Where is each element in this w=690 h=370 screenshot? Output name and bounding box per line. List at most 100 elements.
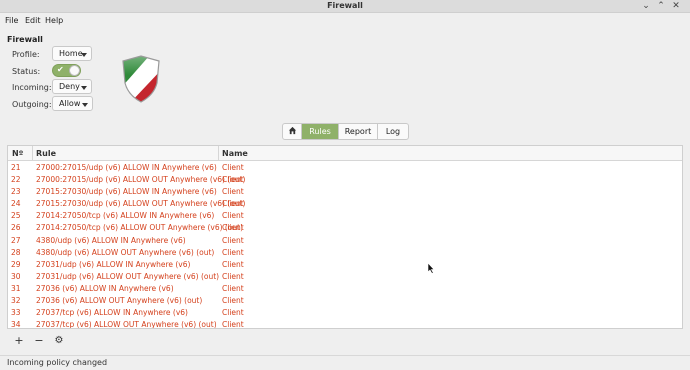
table-row[interactable]: 33 27037/tcp (v6) ALLOW IN Anywhere (v6) C… <box>8 307 682 319</box>
table-row[interactable]: 23 27015:27030/udp (v6) ALLOW IN Anywhere… <box>8 186 682 198</box>
profile-value: Home <box>59 49 83 58</box>
tab-rules[interactable]: Rules <box>302 124 339 139</box>
column-divider <box>32 146 33 161</box>
table-row[interactable]: 27 4380/udp (v6) ALLOW IN Anywhere (v6) Cl… <box>8 235 682 247</box>
rule-name: Client <box>222 296 244 306</box>
incoming-label: Incoming: <box>12 83 52 92</box>
rule-text: 27000:27015/udp (v6) ALLOW OUT Anywhere … <box>36 175 246 185</box>
rule-text: 27031/udp (v6) ALLOW OUT Anywhere (v6) (… <box>36 271 220 281</box>
rule-name: Client <box>222 223 244 233</box>
rule-text: 27036 (v6) ALLOW OUT Anywhere (v6) (out) <box>36 296 203 306</box>
rule-number: 22 <box>11 175 21 185</box>
rule-name: Client <box>222 271 244 281</box>
rule-text: 27037/tcp (v6) ALLOW OUT Anywhere (v6) (… <box>36 320 217 329</box>
table-body: 21 27000:27015/udp (v6) ALLOW IN Anywhere… <box>8 162 682 329</box>
rule-number: 29 <box>11 259 21 269</box>
rule-number: 23 <box>11 187 21 197</box>
window-title: Firewall <box>327 1 363 10</box>
rule-text: 4380/udp (v6) ALLOW IN Anywhere (v6) <box>36 235 186 245</box>
outgoing-select[interactable]: Allow <box>52 96 93 111</box>
column-divider <box>218 146 219 161</box>
rule-text: 27014:27050/tcp (v6) ALLOW OUT Anywhere … <box>36 223 244 233</box>
tab-log[interactable]: Log <box>378 124 408 139</box>
rule-text: 27031/udp (v6) ALLOW IN Anywhere (v6) <box>36 259 191 269</box>
rule-text: 27014:27050/tcp (v6) ALLOW IN Anywhere (… <box>36 211 215 221</box>
table-row[interactable]: 30 27031/udp (v6) ALLOW OUT Anywhere (v6)… <box>8 271 682 283</box>
close-icon[interactable]: ✕ <box>670 1 682 11</box>
rule-text: 4380/udp (v6) ALLOW OUT Anywhere (v6) (o… <box>36 247 215 257</box>
menu-edit[interactable]: Edit <box>25 16 41 25</box>
table-row[interactable]: 26 27014:27050/tcp (v6) ALLOW OUT Anywher… <box>8 222 682 234</box>
rule-number: 21 <box>11 163 21 172</box>
outgoing-value: Allow <box>59 99 81 108</box>
rule-name: Client <box>222 320 244 329</box>
remove-rule-button[interactable]: − <box>32 335 46 347</box>
rule-number: 25 <box>11 211 21 221</box>
status-toggle[interactable]: ✔ <box>52 64 81 77</box>
chevron-down-icon <box>81 53 87 57</box>
menu-help[interactable]: Help <box>45 16 63 25</box>
maximize-icon[interactable]: ⌃ <box>655 1 667 11</box>
rule-name: Client <box>222 235 244 245</box>
rule-text: 27036 (v6) ALLOW IN Anywhere (v6) <box>36 283 174 293</box>
profile-label: Profile: <box>12 50 40 59</box>
rule-text: 27000:27015/udp (v6) ALLOW IN Anywhere (… <box>36 163 217 172</box>
rule-text: 27037/tcp (v6) ALLOW IN Anywhere (v6) <box>36 308 188 318</box>
rule-name: Client <box>222 199 244 209</box>
chevron-down-icon <box>82 103 88 107</box>
incoming-select[interactable]: Deny <box>52 79 92 94</box>
table-row[interactable]: 34 27037/tcp (v6) ALLOW OUT Anywhere (v6)… <box>8 319 682 329</box>
rule-number: 26 <box>11 223 21 233</box>
table-row[interactable]: 29 27031/udp (v6) ALLOW IN Anywhere (v6) C… <box>8 259 682 271</box>
rule-number: 27 <box>11 235 21 245</box>
view-tabs: Rules Report Log <box>282 123 409 140</box>
tab-home[interactable] <box>283 124 302 139</box>
title-bar: Firewall ⌄ ⌃ ✕ <box>0 0 690 13</box>
rule-name: Client <box>222 187 244 197</box>
profile-select[interactable]: Home <box>52 46 92 61</box>
check-icon: ✔ <box>57 65 64 74</box>
add-rule-button[interactable]: + <box>12 335 26 347</box>
table-row[interactable]: 28 4380/udp (v6) ALLOW OUT Anywhere (v6) … <box>8 247 682 259</box>
column-header-rule[interactable]: Rule <box>36 149 56 158</box>
rule-name: Client <box>222 211 244 221</box>
rule-number: 30 <box>11 271 21 281</box>
tab-report[interactable]: Report <box>339 124 378 139</box>
table-row[interactable]: 25 27014:27050/tcp (v6) ALLOW IN Anywhere… <box>8 210 682 222</box>
table-row[interactable]: 31 27036 (v6) ALLOW IN Anywhere (v6) Clien… <box>8 283 682 295</box>
firewall-shield-icon <box>122 55 160 103</box>
chevron-down-icon <box>81 86 87 90</box>
section-title: Firewall <box>7 35 43 44</box>
toggle-knob <box>69 65 80 76</box>
rule-name: Client <box>222 308 244 318</box>
table-row[interactable]: 22 27000:27015/udp (v6) ALLOW OUT Anywher… <box>8 174 682 186</box>
rule-number: 33 <box>11 308 21 318</box>
rule-number: 28 <box>11 247 21 257</box>
table-row[interactable]: 24 27015:27030/udp (v6) ALLOW OUT Anywher… <box>8 198 682 210</box>
menu-file[interactable]: File <box>5 16 18 25</box>
rule-name: Client <box>222 283 244 293</box>
table-header: Nº Rule Name <box>8 146 682 161</box>
status-message: Incoming policy changed <box>7 358 108 367</box>
rules-table: Nº Rule Name 21 27000:27015/udp (v6) ALLO… <box>7 145 683 329</box>
minimize-icon[interactable]: ⌄ <box>640 1 652 11</box>
rule-number: 24 <box>11 199 21 209</box>
menu-bar: File Edit Help <box>0 14 690 27</box>
mouse-cursor-icon <box>427 262 435 274</box>
rule-number: 34 <box>11 320 21 329</box>
settings-button[interactable]: ⚙ <box>52 335 66 347</box>
rule-number: 32 <box>11 296 21 306</box>
rule-name: Client <box>222 163 244 172</box>
incoming-value: Deny <box>59 82 80 91</box>
home-icon <box>288 126 296 135</box>
rule-name: Client <box>222 259 244 269</box>
status-label: Status: <box>12 67 41 76</box>
status-bar: Incoming policy changed <box>0 355 690 370</box>
table-row[interactable]: 21 27000:27015/udp (v6) ALLOW IN Anywhere… <box>8 162 682 174</box>
column-header-name[interactable]: Name <box>222 149 248 158</box>
rule-number: 31 <box>11 283 21 293</box>
rule-name: Client <box>222 247 244 257</box>
rule-name: Client <box>222 175 244 185</box>
table-row[interactable]: 32 27036 (v6) ALLOW OUT Anywhere (v6) (ou… <box>8 295 682 307</box>
column-header-number[interactable]: Nº <box>12 149 23 158</box>
